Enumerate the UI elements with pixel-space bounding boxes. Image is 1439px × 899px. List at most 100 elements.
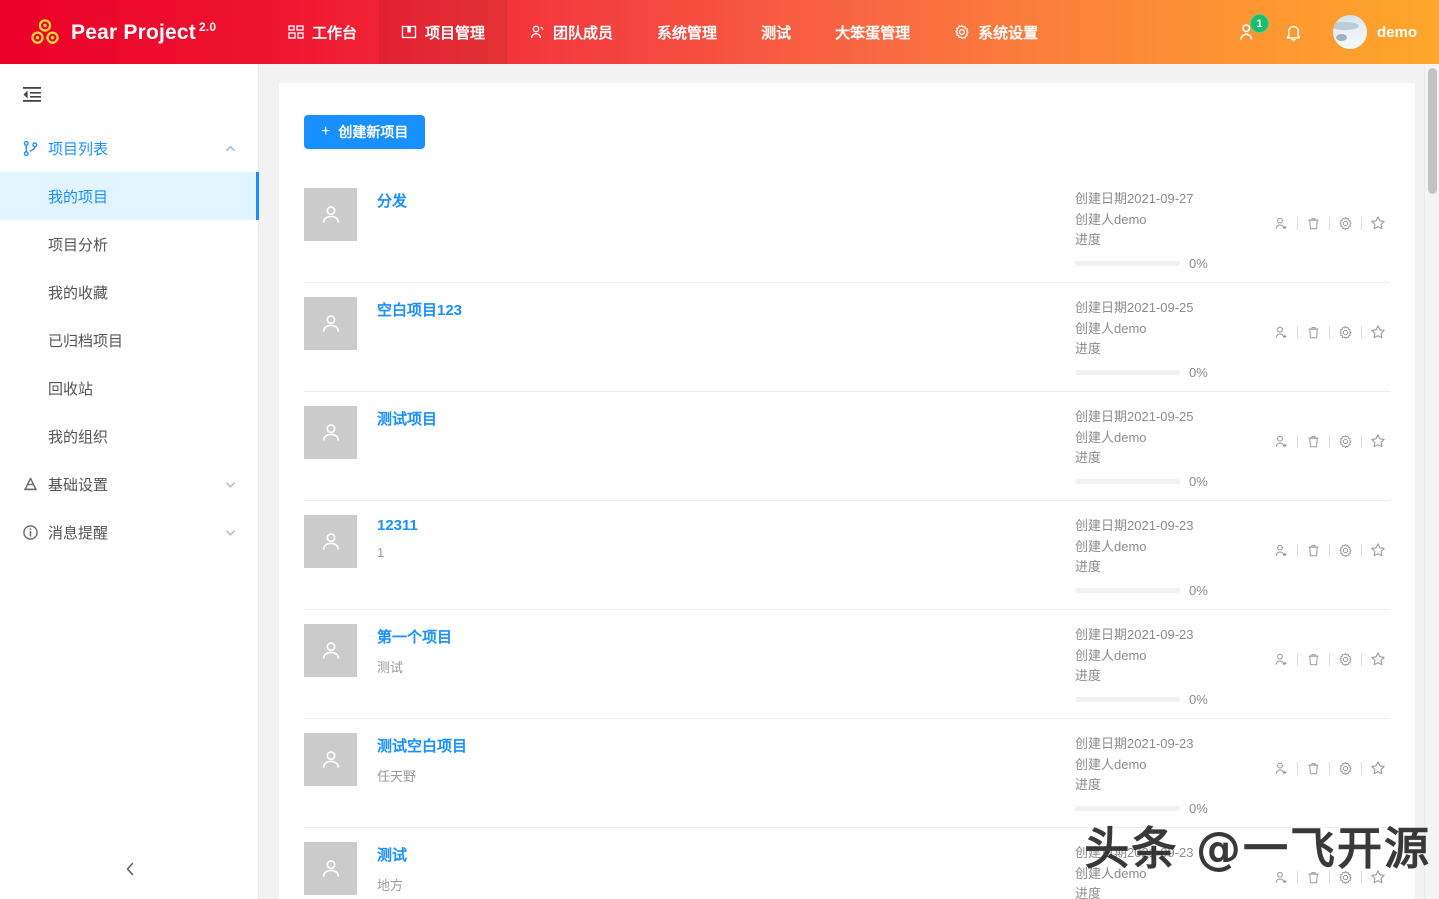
delete-icon[interactable] — [1302, 758, 1325, 778]
top-navigation-bar: Pear Project 2.0 工作台 项目管理 团队成员 系统管理 测试 大… — [0, 0, 1439, 64]
settings-icon[interactable] — [1334, 431, 1357, 451]
add-member-icon[interactable] — [1270, 322, 1293, 342]
sidebar-collapse-toggle[interactable] — [0, 64, 258, 124]
sidebar-item-label-archived-projects: 已归档项目 — [48, 332, 124, 350]
star-icon[interactable] — [1366, 322, 1389, 342]
add-member-icon[interactable] — [1270, 649, 1293, 669]
add-member-icon[interactable] — [1270, 431, 1293, 451]
sidebar-item-label-my-organization: 我的组织 — [48, 428, 109, 446]
nav-item-workbench[interactable]: 工作台 — [266, 0, 379, 64]
delete-icon[interactable] — [1302, 649, 1325, 669]
sidebar-item-archived-projects[interactable]: 已归档项目 — [0, 316, 258, 364]
nav-item-system-settings[interactable]: 系统设置 — [932, 0, 1060, 64]
project-title[interactable]: 空白项目123 — [377, 299, 462, 320]
delete-icon[interactable] — [1302, 213, 1325, 233]
scrollbar-thumb[interactable] — [1428, 68, 1437, 194]
sidebar-item-my-organization[interactable]: 我的组织 — [0, 412, 258, 460]
nav-item-project-management[interactable]: 项目管理 — [379, 0, 508, 64]
star-icon[interactable] — [1366, 431, 1389, 451]
project-creator: 创建人demo — [1075, 538, 1147, 554]
project-title[interactable]: 12311 — [377, 517, 418, 534]
project-title[interactable]: 测试项目 — [377, 408, 437, 429]
project-row[interactable]: 测试项目 创建日期2021-09-25 创建人demo 进度 0% — [304, 392, 1390, 501]
project-row[interactable]: 测试 地方 创建日期2021-09-23 创建人demo 进度 0% — [304, 828, 1390, 899]
add-member-icon[interactable] — [1270, 540, 1293, 560]
sidebar-item-my-favorites[interactable]: 我的收藏 — [0, 268, 258, 316]
star-icon[interactable] — [1366, 540, 1389, 560]
settings-icon[interactable] — [1334, 758, 1357, 778]
sidebar-group-basic-settings[interactable]: 基础设置 — [0, 460, 258, 508]
action-divider — [1329, 870, 1330, 884]
star-icon[interactable] — [1366, 867, 1389, 887]
nav-item-dabendan-management[interactable]: 大笨蛋管理 — [813, 0, 932, 64]
branch-icon — [23, 140, 38, 156]
sidebar-item-my-projects[interactable]: 我的项目 — [0, 172, 259, 220]
project-meta: 创建日期2021-09-25 创建人demo 进度 0% — [1075, 406, 1270, 492]
delete-icon[interactable] — [1302, 431, 1325, 451]
create-project-label: 创建新项目 — [338, 124, 409, 140]
project-title[interactable]: 测试空白项目 — [377, 735, 467, 756]
project-title[interactable]: 第一个项目 — [377, 626, 452, 647]
settings-icon[interactable] — [1334, 649, 1357, 669]
settings-icon[interactable] — [1334, 322, 1357, 342]
star-icon[interactable] — [1366, 213, 1389, 233]
project-row[interactable]: 测试空白项目 任天野 创建日期2021-09-23 创建人demo 进度 0% — [304, 719, 1390, 828]
delete-icon[interactable] — [1302, 322, 1325, 342]
vertical-scrollbar[interactable] — [1424, 64, 1439, 899]
action-divider — [1361, 761, 1362, 775]
project-title[interactable]: 分发 — [377, 190, 407, 211]
project-thumbnail — [304, 842, 357, 895]
sidebar-item-label-recycle-bin: 回收站 — [48, 380, 94, 398]
sidebar-group-notifications[interactable]: 消息提醒 — [0, 508, 258, 556]
project-description: 地方 — [377, 878, 404, 893]
project-row-actions — [1270, 540, 1390, 560]
notifications-button[interactable] — [1271, 0, 1317, 64]
project-thumbnail — [304, 297, 357, 350]
nav-item-team-members[interactable]: 团队成员 — [507, 0, 635, 64]
delete-icon[interactable] — [1302, 867, 1325, 887]
sidebar-item-recycle-bin[interactable]: 回收站 — [0, 364, 258, 412]
action-divider — [1329, 652, 1330, 666]
add-member-icon[interactable] — [1270, 758, 1293, 778]
project-row[interactable]: 分发 创建日期2021-09-27 创建人demo 进度 0% — [304, 174, 1390, 283]
nav-label-team-members: 团队成员 — [553, 24, 614, 42]
project-thumbnail — [304, 515, 357, 568]
nav-item-system-management[interactable]: 系统管理 — [635, 0, 739, 64]
nav-item-test[interactable]: 测试 — [739, 0, 813, 64]
sidebar-group-project-list[interactable]: 项目列表 — [0, 124, 258, 172]
star-icon[interactable] — [1366, 649, 1389, 669]
avatar — [1332, 15, 1367, 49]
project-info: 测试 地方 — [377, 842, 1075, 894]
add-member-icon[interactable] — [1270, 213, 1293, 233]
action-divider — [1329, 434, 1330, 448]
settings-icon[interactable] — [1334, 213, 1357, 233]
nav-label-system-management: 系统管理 — [657, 24, 718, 42]
project-created-date: 创建日期2021-09-27 — [1075, 191, 1194, 206]
sidebar-item-project-analysis[interactable]: 项目分析 — [0, 220, 258, 268]
project-row[interactable]: 第一个项目 测试 创建日期2021-09-23 创建人demo 进度 0% — [304, 610, 1390, 719]
project-row[interactable]: 空白项目123 创建日期2021-09-25 创建人demo 进度 0% — [304, 283, 1390, 392]
brand-logo-area[interactable]: Pear Project 2.0 — [0, 0, 260, 64]
project-created-date: 创建日期2021-09-25 — [1075, 409, 1194, 424]
project-title[interactable]: 测试 — [377, 844, 407, 865]
invite-people-button[interactable]: 1 — [1225, 0, 1271, 64]
sidebar-collapse-bottom-button[interactable] — [0, 847, 259, 891]
star-icon[interactable] — [1366, 758, 1389, 778]
brand-version: 2.0 — [198, 19, 217, 34]
delete-icon[interactable] — [1302, 540, 1325, 560]
settings-icon[interactable] — [1334, 540, 1357, 560]
chevron-left-icon — [126, 862, 133, 876]
settings-icon[interactable] — [1334, 867, 1357, 887]
project-creator: 创建人demo — [1075, 647, 1147, 663]
add-member-icon[interactable] — [1270, 867, 1293, 887]
progress-track — [1075, 697, 1180, 703]
project-meta: 创建日期2021-09-23 创建人demo 进度 0% — [1075, 733, 1270, 819]
plus-icon: + — [321, 123, 331, 140]
nav-label-workbench: 工作台 — [312, 24, 358, 42]
project-thumbnail — [304, 188, 357, 241]
project-row[interactable]: 12311 1 创建日期2021-09-23 创建人demo 进度 0% — [304, 501, 1390, 610]
user-menu[interactable]: demo — [1332, 15, 1417, 49]
progress-track — [1075, 479, 1180, 485]
create-project-button[interactable]: + 创建新项目 — [304, 115, 426, 149]
action-divider — [1361, 325, 1362, 339]
